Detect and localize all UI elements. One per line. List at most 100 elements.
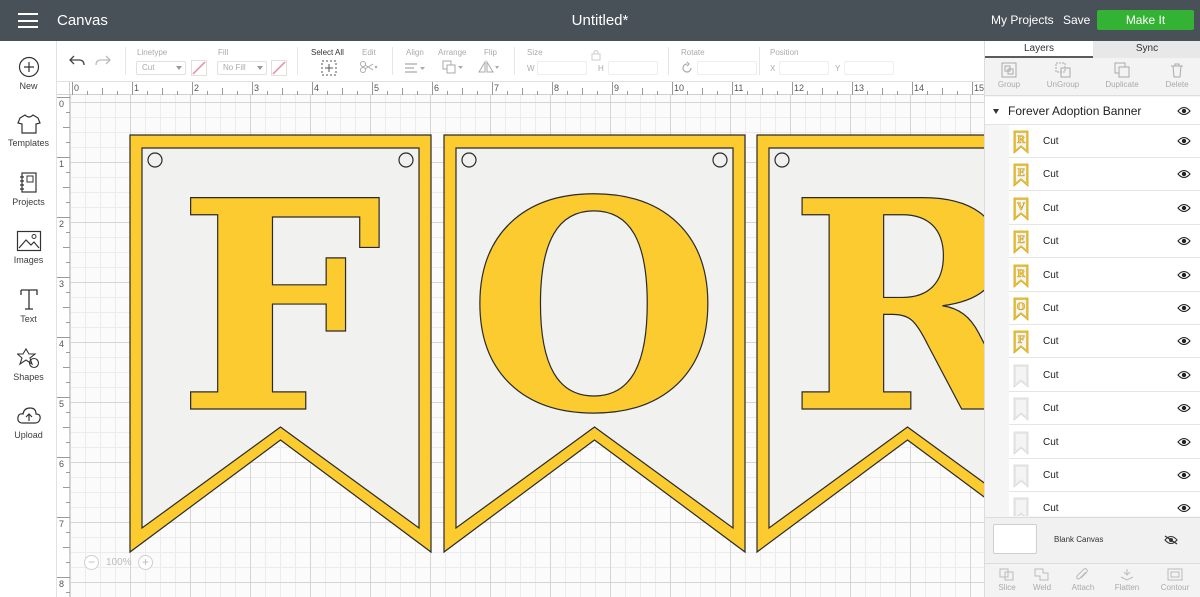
contour-button[interactable]: Contour <box>1153 568 1197 592</box>
flip-icon[interactable] <box>478 60 500 74</box>
ruler-minor-tick <box>63 127 70 128</box>
ruler-number: 8 <box>554 83 560 93</box>
document-title[interactable]: Untitled* <box>572 12 629 29</box>
top-bar: Canvas Untitled* My Projects Save Make I… <box>0 0 1200 41</box>
rotate-label: Rotate <box>681 48 705 57</box>
eye-icon[interactable] <box>1177 203 1191 213</box>
y-position-field[interactable] <box>844 61 894 75</box>
pennant-thumbnail-icon: R <box>1013 264 1029 288</box>
fill-label: Fill <box>218 48 229 57</box>
group-button[interactable]: Group <box>987 62 1031 89</box>
tab-sync[interactable]: Sync <box>1093 41 1200 58</box>
attach-button[interactable]: Attach <box>1061 568 1105 592</box>
banner-letter[interactable]: F <box>176 137 383 478</box>
width-field[interactable] <box>537 61 587 75</box>
layer-row[interactable]: Cut <box>1009 425 1200 459</box>
height-field[interactable] <box>608 61 658 75</box>
blank-canvas-swatch[interactable] <box>993 524 1037 554</box>
ruler-tick <box>57 517 70 518</box>
layer-row[interactable]: R Cut <box>1009 125 1200 158</box>
eye-icon[interactable] <box>1177 470 1191 480</box>
fill-color-swatch-icon[interactable] <box>271 60 287 76</box>
rotate-field[interactable] <box>697 61 757 75</box>
eye-icon[interactable] <box>1177 370 1191 380</box>
layer-row[interactable]: Cut <box>1009 392 1200 426</box>
ruler-minor-tick <box>66 562 70 563</box>
left-sidebar: New Templates Projects Images Text Shape… <box>0 41 57 597</box>
layer-row[interactable]: O Cut <box>1009 292 1200 325</box>
redo-icon[interactable] <box>95 55 111 67</box>
eye-icon[interactable] <box>1177 503 1191 513</box>
eye-hidden-icon[interactable] <box>1164 535 1178 545</box>
flip-label: Flip <box>484 48 497 57</box>
ruler-number: 12 <box>794 83 805 93</box>
ruler-minor-tick <box>282 88 283 95</box>
layer-group-row[interactable]: Forever Adoption Banner <box>985 97 1200 125</box>
pennant-thumbnail-icon: V <box>1013 197 1029 221</box>
x-position-field[interactable] <box>779 61 829 75</box>
align-icon[interactable] <box>404 62 426 74</box>
layer-row[interactable]: Cut <box>1009 492 1200 516</box>
ruler-number: 15 <box>974 83 985 93</box>
sidebar-item-upload[interactable]: Upload <box>0 405 57 440</box>
ruler-minor-tick <box>66 502 70 503</box>
ruler-tick <box>972 82 973 95</box>
hamburger-menu-icon[interactable] <box>18 13 38 28</box>
sidebar-item-templates[interactable]: Templates <box>0 113 57 148</box>
layer-row[interactable]: Cut <box>1009 459 1200 492</box>
eye-icon[interactable] <box>1177 169 1191 179</box>
make-it-button[interactable]: Make It <box>1097 10 1194 30</box>
zoom-in-button[interactable]: + <box>138 555 153 570</box>
save-button[interactable]: Save <box>1063 13 1090 27</box>
sidebar-item-images[interactable]: Images <box>0 230 57 265</box>
lock-icon[interactable] <box>591 49 601 61</box>
my-projects-link[interactable]: My Projects <box>991 13 1054 27</box>
pennant-thumbnail-icon: E <box>1013 230 1029 255</box>
ungroup-button[interactable]: UnGroup <box>1041 62 1085 89</box>
tab-layers[interactable]: Layers <box>985 41 1093 58</box>
ruler-minor-tick <box>537 91 538 95</box>
flatten-button[interactable]: Flatten <box>1105 568 1149 592</box>
banner-letter[interactable]: R <box>788 137 984 478</box>
banner-letter[interactable]: O <box>467 137 721 478</box>
paperclip-icon <box>1076 568 1088 580</box>
sidebar-item-text[interactable]: Text <box>0 288 57 324</box>
eye-icon[interactable] <box>1177 303 1191 313</box>
linetype-color-swatch-icon[interactable] <box>191 60 207 76</box>
design-canvas[interactable]: F O R <box>57 82 984 597</box>
toolbar-divider <box>297 47 298 75</box>
eye-icon[interactable] <box>1177 437 1191 447</box>
eye-icon[interactable] <box>1177 403 1191 413</box>
eye-icon[interactable] <box>1177 136 1191 146</box>
zoom-out-button[interactable]: − <box>84 555 99 570</box>
layer-row[interactable]: E Cut <box>1009 158 1200 192</box>
tshirt-icon <box>16 114 41 134</box>
weld-button[interactable]: Weld <box>1020 568 1064 592</box>
eye-icon[interactable] <box>1177 270 1191 280</box>
ruler-number: 2 <box>59 219 65 229</box>
fill-select[interactable]: No Fill <box>217 61 267 75</box>
eye-icon[interactable] <box>1177 336 1191 346</box>
delete-button[interactable]: Delete <box>1155 62 1199 89</box>
chevron-down-icon[interactable] <box>993 109 999 114</box>
duplicate-button[interactable]: Duplicate <box>1100 62 1144 89</box>
ruler-minor-tick <box>222 88 223 95</box>
ruler-tick <box>912 82 913 95</box>
ruler-minor-tick <box>87 91 88 95</box>
layer-row[interactable]: R Cut <box>1009 258 1200 292</box>
layer-row[interactable]: E Cut <box>1009 225 1200 259</box>
eye-icon[interactable] <box>1177 106 1191 116</box>
select-all-icon[interactable] <box>321 60 337 76</box>
eye-icon[interactable] <box>1177 236 1191 246</box>
undo-icon[interactable] <box>69 55 85 67</box>
sidebar-item-shapes[interactable]: Shapes <box>0 347 57 382</box>
layer-row[interactable]: F Cut <box>1009 325 1200 359</box>
layer-letter: E <box>1017 168 1025 179</box>
sidebar-item-new[interactable]: New <box>0 56 57 91</box>
linetype-select[interactable]: Cut <box>136 61 186 75</box>
arrange-icon[interactable] <box>442 60 466 74</box>
layer-row[interactable]: V Cut <box>1009 191 1200 225</box>
layer-row[interactable]: Cut <box>1009 358 1200 392</box>
sidebar-item-projects[interactable]: Projects <box>0 171 57 207</box>
scissors-icon[interactable] <box>359 60 379 74</box>
